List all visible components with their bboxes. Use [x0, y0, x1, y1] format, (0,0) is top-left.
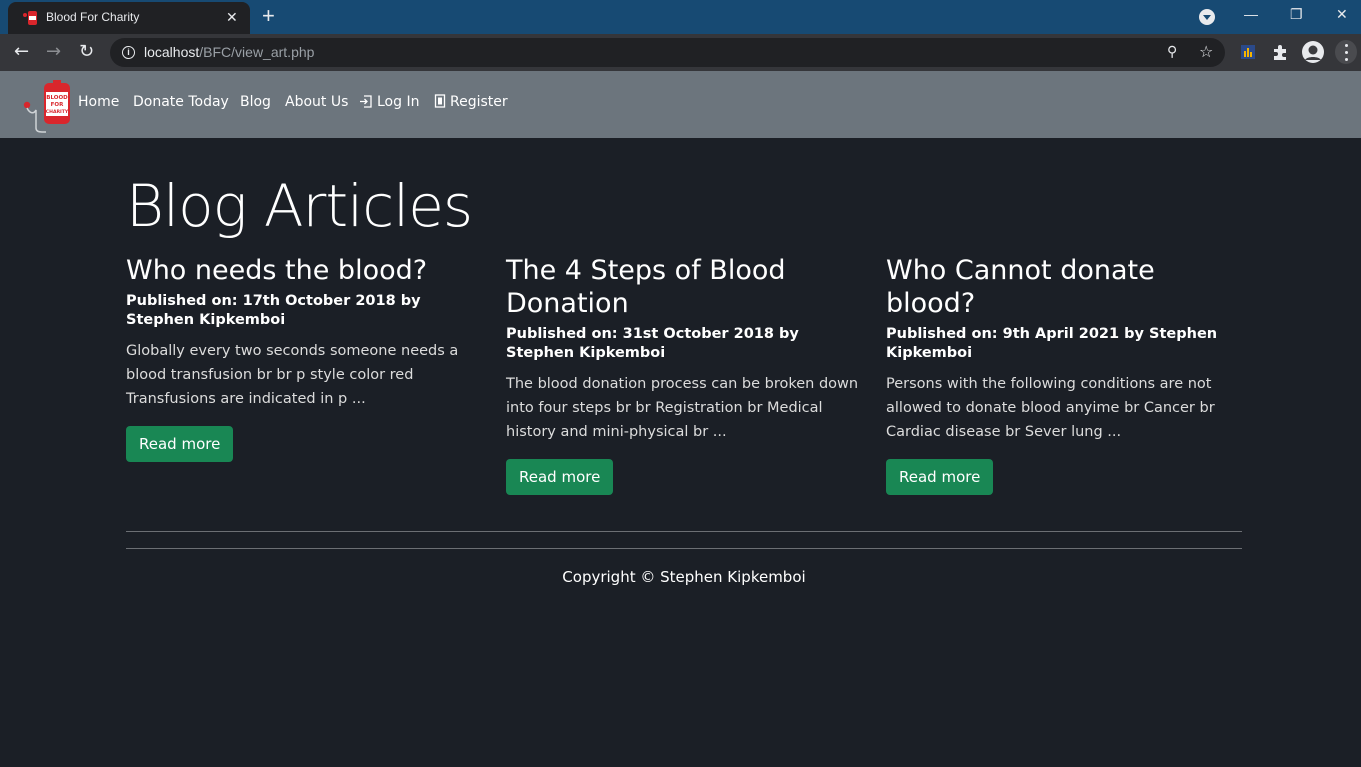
forward-icon[interactable]: → [46, 42, 61, 62]
article-meta: Published on: 31st October 2018 by Steph… [506, 326, 799, 361]
read-more-button[interactable]: Read more [126, 426, 234, 462]
tab-search-icon[interactable] [1199, 9, 1215, 25]
puzzle-icon[interactable] [1271, 43, 1289, 61]
nav-home[interactable]: Home [78, 94, 119, 110]
nav-donate-today[interactable]: Donate Today [133, 94, 229, 110]
nav-blog[interactable]: Blog [240, 94, 271, 110]
read-more-button[interactable]: Read more [506, 459, 614, 495]
article-card: The 4 Steps of Blood Donation Published … [506, 254, 862, 495]
close-window-button[interactable]: ✕ [1336, 6, 1348, 23]
key-icon[interactable]: ⚲ [1167, 44, 1177, 60]
article-excerpt: Persons with the following conditions ar… [886, 376, 1215, 440]
article-title[interactable]: The 4 Steps of Blood Donation [506, 254, 862, 320]
browser-tab[interactable]: Blood For Charity ✕ [8, 2, 250, 34]
address-bar[interactable]: i localhost/BFC/view_art.php ⚲ ☆ [110, 38, 1225, 67]
divider [126, 548, 1242, 549]
minimize-button[interactable]: — [1244, 6, 1258, 22]
back-icon[interactable]: ← [14, 42, 29, 62]
logo-text-1: BLOOD [46, 95, 68, 101]
article-card: Who Cannot donate blood? Published on: 9… [886, 254, 1242, 495]
article-title[interactable]: Who Cannot donate blood? [886, 254, 1242, 320]
menu-icon[interactable] [1335, 40, 1357, 64]
new-tab-button[interactable]: + [262, 4, 275, 28]
browser-toolbar: ← → ↻ i localhost/BFC/view_art.php ⚲ ☆ [0, 34, 1361, 71]
url-text[interactable]: localhost/BFC/view_art.php [144, 44, 314, 60]
info-icon[interactable]: i [122, 46, 135, 59]
logo-text-2: FOR [51, 102, 64, 108]
tab-title: Blood For Charity [46, 10, 140, 24]
article-card: Who needs the blood? Published on: 17th … [126, 254, 482, 462]
extension-icon[interactable] [1239, 43, 1257, 61]
blood-bag-favicon-icon [23, 11, 37, 25]
read-more-button[interactable]: Read more [886, 459, 994, 495]
avatar[interactable] [1302, 41, 1324, 63]
article-meta: Published on: 9th April 2021 by Stephen … [886, 326, 1218, 361]
nav-about-us[interactable]: About Us [285, 94, 348, 110]
divider [126, 531, 1242, 532]
article-excerpt: Globally every two seconds someone needs… [126, 343, 459, 407]
login-icon [360, 95, 372, 108]
restore-button[interactable]: ❐ [1290, 6, 1303, 23]
browser-tab-strip: Blood For Charity ✕ + — ❐ ✕ [0, 0, 1361, 34]
article-title[interactable]: Who needs the blood? [126, 254, 482, 287]
article-excerpt: The blood donation process can be broken… [506, 376, 859, 440]
blood-for-charity-logo[interactable]: BLOOD FOR CHARITY [22, 80, 72, 134]
tab-close-icon[interactable]: ✕ [226, 9, 238, 26]
register-icon [434, 94, 446, 108]
nav-login[interactable]: Log In [359, 94, 419, 110]
site-navbar: BLOOD FOR CHARITY Home Donate Today Blog… [0, 71, 1361, 138]
main-content: Blog Articles Who needs the blood? Publi… [0, 138, 1361, 767]
nav-register[interactable]: Register [434, 94, 508, 110]
page-title: Blog Articles [126, 172, 473, 240]
star-icon[interactable]: ☆ [1199, 42, 1213, 61]
article-meta: Published on: 17th October 2018 by Steph… [126, 293, 421, 328]
reload-icon[interactable]: ↻ [79, 42, 94, 62]
footer-copyright: Copyright © Stephen Kipkemboi [562, 568, 806, 586]
logo-text-3: CHARITY [46, 109, 69, 115]
